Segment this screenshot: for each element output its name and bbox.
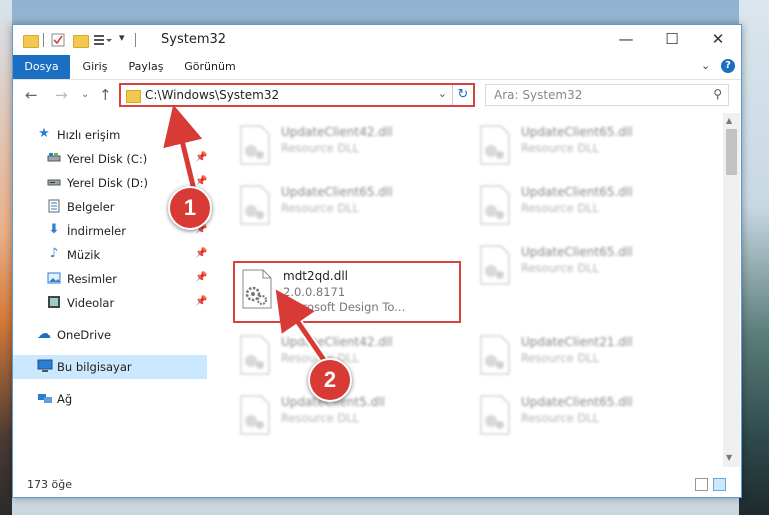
step-1-badge: 1 <box>168 186 212 230</box>
annotation-arrows <box>163 104 332 369</box>
step-2-badge: 2 <box>308 358 352 402</box>
